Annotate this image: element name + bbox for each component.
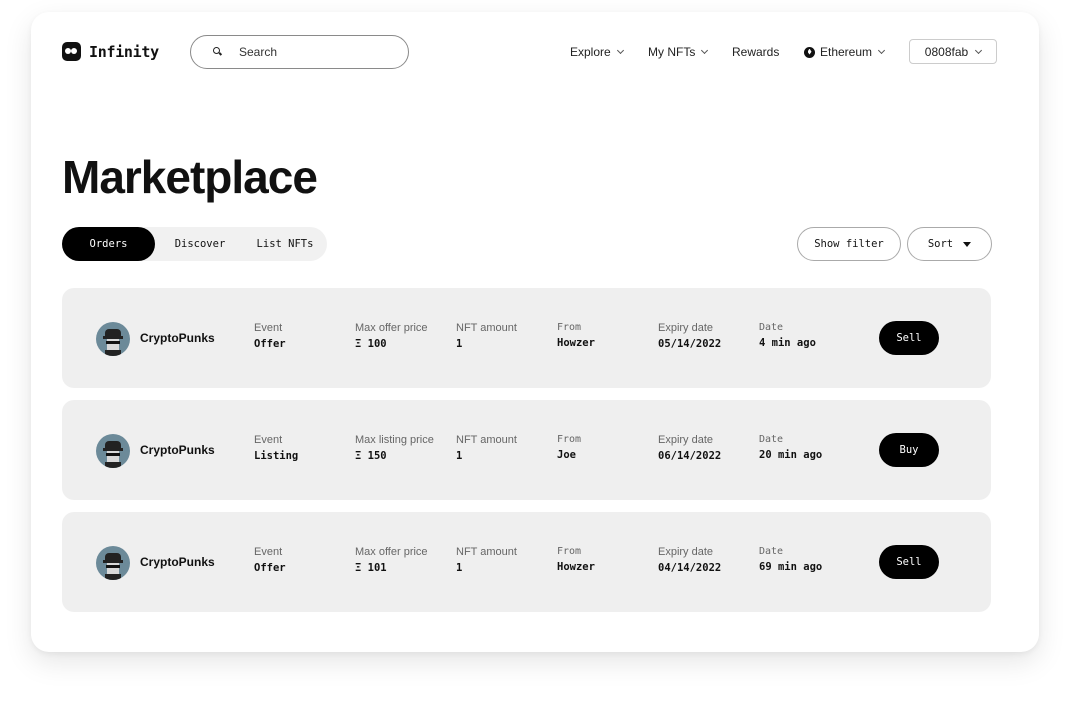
amount-label: NFT amount [456, 322, 517, 334]
nav-my-nfts[interactable]: My NFTs [648, 45, 709, 59]
amount-cell: NFT amount 1 [456, 322, 517, 350]
date-value: 69 min ago [759, 561, 823, 573]
expiry-value: 05/14/2022 [658, 338, 722, 350]
collection-avatar [96, 546, 130, 580]
expiry-label: Expiry date [658, 322, 714, 334]
price-cell: Max offer price Ξ 101 [355, 546, 428, 574]
network-label: Ethereum [820, 45, 873, 59]
page-title: Marketplace [62, 151, 318, 203]
date-label: Date [759, 434, 784, 445]
date-label: Date [759, 546, 784, 557]
from-value[interactable]: Howzer [557, 337, 595, 349]
event-value: Offer [254, 338, 286, 350]
from-cell: From Joe [557, 434, 581, 461]
collection-avatar [96, 434, 130, 468]
nav-rewards-label: Rewards [732, 45, 780, 59]
from-cell: From Howzer [557, 322, 595, 349]
date-value: 20 min ago [759, 449, 823, 461]
price-cell: Max listing price Ξ 150 [355, 434, 434, 462]
amount-label: NFT amount [456, 546, 517, 558]
search-input[interactable]: Search [190, 35, 409, 69]
date-value: 4 min ago [759, 337, 816, 349]
sort-label: Sort [927, 238, 954, 250]
ethereum-icon [804, 46, 815, 58]
price-value: Ξ 101 [355, 562, 387, 574]
infinity-logo-icon [62, 42, 81, 61]
sell-button[interactable]: Sell [879, 321, 939, 355]
date-cell: Date 4 min ago [759, 322, 816, 349]
buy-button[interactable]: Buy [879, 433, 939, 467]
nav-explore[interactable]: Explore [570, 45, 624, 59]
price-label: Max offer price [355, 546, 428, 558]
event-cell: Event Offer [254, 322, 286, 350]
nav-my-nfts-label: My NFTs [648, 45, 696, 59]
order-row: CryptoPunks Event Offer Max offer price Ξ … [62, 288, 991, 388]
search-icon [213, 47, 223, 57]
collection-name[interactable]: CryptoPunks [140, 331, 215, 345]
date-cell: Date 69 min ago [759, 546, 822, 573]
event-cell: Event Listing [254, 434, 298, 462]
price-label: Max listing price [355, 434, 434, 446]
chevron-down-icon [975, 46, 983, 54]
wallet-address: 0808fab [924, 44, 969, 59]
caret-down-icon [963, 241, 972, 247]
from-value[interactable]: Howzer [557, 561, 595, 573]
expiry-value: 06/14/2022 [658, 450, 722, 462]
nav-explore-label: Explore [570, 45, 611, 59]
amount-value: 1 [456, 338, 463, 350]
chevron-down-icon [701, 46, 709, 55]
chevron-down-icon [877, 46, 886, 55]
expiry-value: 04/14/2022 [658, 562, 722, 574]
collection-name[interactable]: CryptoPunks [140, 555, 215, 569]
expiry-cell: Expiry date 04/14/2022 [658, 546, 721, 574]
network-selector[interactable]: Ethereum [804, 45, 886, 59]
collection-avatar [96, 322, 130, 356]
price-value: Ξ 100 [355, 338, 387, 350]
event-label: Event [254, 434, 283, 446]
expiry-label: Expiry date [658, 434, 714, 446]
amount-value: 1 [456, 450, 463, 462]
tab-bar: Orders Discover List NFTs [62, 227, 327, 261]
app-window: Infinity Search Explore My NFTs Rewards … [31, 12, 1039, 652]
wallet-button[interactable]: 0808fab [909, 39, 997, 64]
tab-list-nfts[interactable]: List NFTs [245, 227, 325, 261]
from-label: From [557, 546, 582, 557]
from-cell: From Howzer [557, 546, 595, 573]
event-cell: Event Offer [254, 546, 286, 574]
logo-text: Infinity [89, 42, 159, 61]
expiry-cell: Expiry date 05/14/2022 [658, 322, 721, 350]
event-label: Event [254, 546, 283, 558]
event-value: Listing [254, 450, 299, 462]
logo[interactable]: Infinity [62, 42, 159, 61]
amount-cell: NFT amount 1 [456, 434, 517, 462]
date-cell: Date 20 min ago [759, 434, 822, 461]
chevron-down-icon [616, 46, 624, 55]
search-placeholder: Search [239, 45, 278, 59]
event-label: Event [254, 322, 283, 334]
amount-cell: NFT amount 1 [456, 546, 517, 574]
show-filter-button[interactable]: Show filter [797, 227, 901, 261]
order-row: CryptoPunks Event Offer Max offer price Ξ … [62, 512, 991, 612]
from-label: From [557, 322, 582, 333]
event-value: Offer [254, 562, 286, 574]
tab-orders[interactable]: Orders [62, 227, 155, 261]
collection-name[interactable]: CryptoPunks [140, 443, 215, 457]
sell-button[interactable]: Sell [879, 545, 939, 579]
price-cell: Max offer price Ξ 100 [355, 322, 428, 350]
expiry-label: Expiry date [658, 546, 714, 558]
order-row: CryptoPunks Event Listing Max listing pri… [62, 400, 991, 500]
date-label: Date [759, 322, 784, 333]
expiry-cell: Expiry date 06/14/2022 [658, 434, 721, 462]
nav-rewards[interactable]: Rewards [732, 45, 779, 59]
from-label: From [557, 434, 582, 445]
sort-button[interactable]: Sort [907, 227, 992, 261]
price-label: Max offer price [355, 322, 428, 334]
from-value[interactable]: Joe [557, 449, 581, 461]
price-value: Ξ 150 [355, 450, 387, 462]
amount-value: 1 [456, 562, 463, 574]
tab-discover[interactable]: Discover [155, 227, 245, 261]
amount-label: NFT amount [456, 434, 517, 446]
show-filter-label: Show filter [814, 238, 884, 250]
